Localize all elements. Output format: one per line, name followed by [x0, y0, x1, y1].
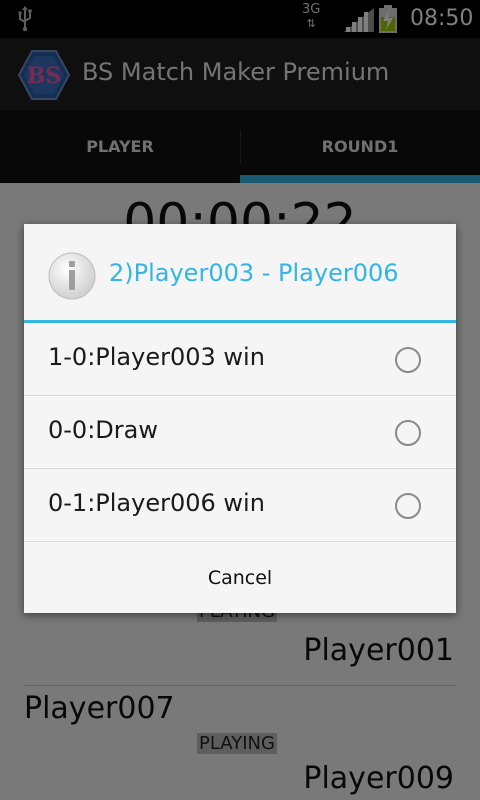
dialog-title: 2)Player003 - Player006 [109, 259, 399, 287]
option-player006-win[interactable]: 0-1:Player006 win [24, 469, 456, 542]
dialog-header: 2)Player003 - Player006 [24, 224, 456, 320]
option-draw[interactable]: 0-0:Draw [24, 396, 456, 469]
option-label: 0-1:Player006 win [48, 489, 265, 517]
radio-button[interactable] [395, 420, 421, 446]
result-dialog: 2)Player003 - Player006 1-0:Player003 wi… [24, 224, 456, 613]
option-player003-win[interactable]: 1-0:Player003 win [24, 323, 456, 396]
radio-button[interactable] [395, 493, 421, 519]
info-icon [48, 252, 96, 300]
cancel-button-label: Cancel [207, 566, 273, 589]
cancel-button[interactable]: Cancel [24, 542, 456, 613]
radio-button[interactable] [395, 347, 421, 373]
option-label: 1-0:Player003 win [48, 343, 265, 371]
option-label: 0-0:Draw [48, 416, 158, 444]
